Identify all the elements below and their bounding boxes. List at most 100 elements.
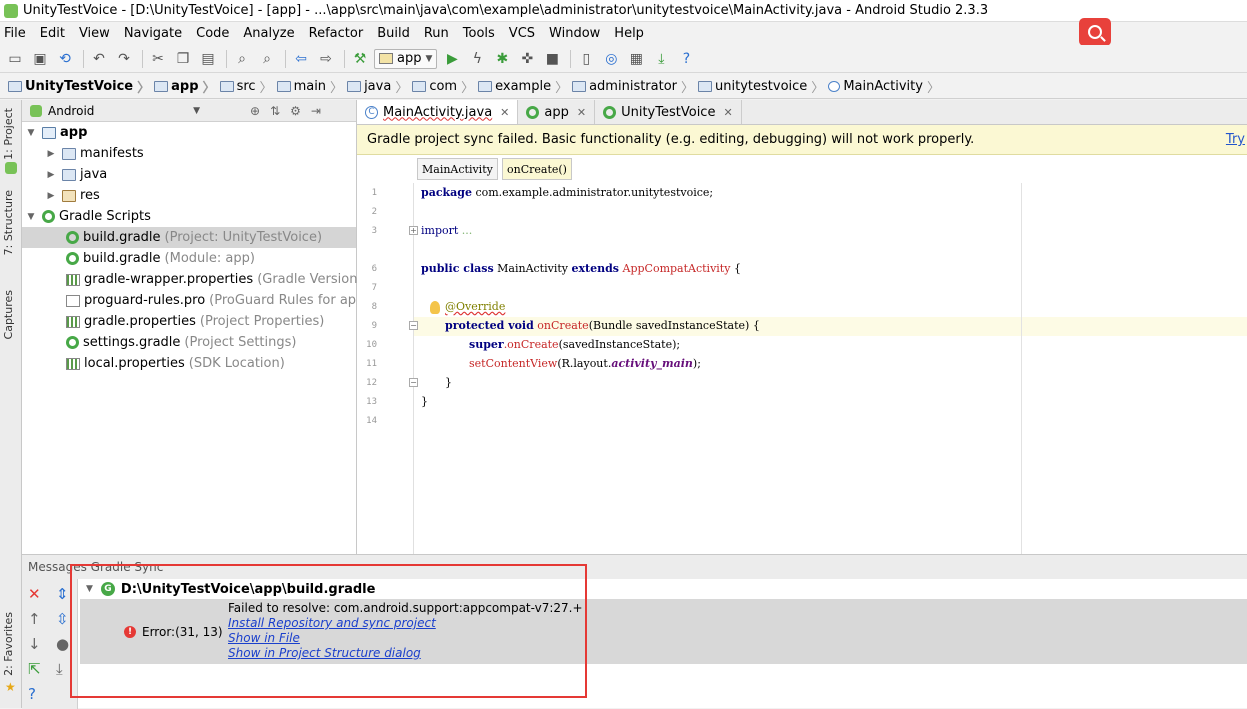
menu-window[interactable]: Window	[549, 26, 600, 41]
tree-item-settings-gradle[interactable]: settings.gradle (Project Settings)	[22, 332, 356, 353]
breadcrumb-app[interactable]: app 〉	[154, 77, 216, 96]
debug-icon[interactable]: ✱	[491, 49, 513, 69]
try-again-link[interactable]: Try	[1226, 132, 1245, 147]
tab-app[interactable]: app ✕	[518, 100, 596, 124]
tree-item-gradle-scripts[interactable]: ▼ Gradle Scripts	[22, 206, 356, 227]
tree-item-proguard-rules[interactable]: proguard-rules.pro (ProGuard Rules for ap…	[22, 290, 369, 311]
menu-view[interactable]: View	[79, 26, 110, 41]
replace-icon[interactable]: ⌕	[256, 49, 278, 69]
find-icon[interactable]: ⌕	[231, 49, 253, 69]
hide-panel-icon[interactable]: ⇥	[311, 104, 321, 118]
collapse-arrow-icon[interactable]: ▶	[46, 191, 56, 201]
next-message-icon[interactable]: ↓	[28, 635, 41, 653]
save-icon[interactable]: ▣	[29, 49, 51, 69]
tab-structure[interactable]: 7: Structure	[2, 190, 15, 255]
open-folder-icon[interactable]: ▭	[4, 49, 26, 69]
floating-search-button[interactable]	[1079, 18, 1111, 46]
expand-arrow-icon[interactable]: ▼	[26, 212, 36, 222]
menu-refactor[interactable]: Refactor	[309, 26, 364, 41]
sdk-manager-icon[interactable]: ⤓	[650, 49, 672, 69]
copy-icon[interactable]: ❐	[172, 49, 194, 69]
breadcrumb-project[interactable]: UnityTestVoice 〉	[8, 77, 150, 96]
tree-item-java[interactable]: ▶ java	[22, 164, 356, 185]
menu-code[interactable]: Code	[196, 26, 229, 41]
tree-item-build-gradle-project[interactable]: build.gradle (Project: UnityTestVoice)	[22, 227, 356, 248]
menu-navigate[interactable]: Navigate	[124, 26, 182, 41]
tab-mainactivity-java[interactable]: C MainActivity.java ✕	[357, 100, 519, 124]
fold-collapse-icon[interactable]: −	[409, 321, 418, 330]
menu-file[interactable]: File	[4, 26, 26, 41]
menu-build[interactable]: Build	[377, 26, 410, 41]
code-editor[interactable]: 1 2 3 6 7 8 9 10 11 12 13 14 + − − packa…	[357, 183, 1247, 554]
tree-item-local-properties[interactable]: local.properties (SDK Location)	[22, 353, 356, 374]
gear-icon[interactable]: ⚙	[290, 104, 301, 118]
expand-all-icon[interactable]: ⇕	[56, 585, 69, 603]
menu-analyze[interactable]: Analyze	[243, 26, 294, 41]
tree-item-manifests[interactable]: ▶ manifests	[22, 143, 356, 164]
structure-method-pill[interactable]: onCreate()	[502, 158, 572, 180]
avd-manager-icon[interactable]: ▯	[575, 49, 597, 69]
install-repository-link[interactable]: Install Repository and sync project	[228, 616, 436, 630]
cut-icon[interactable]: ✂	[147, 49, 169, 69]
menu-edit[interactable]: Edit	[40, 26, 65, 41]
paste-icon[interactable]: ▤	[197, 49, 219, 69]
fold-collapse-icon[interactable]: −	[409, 378, 418, 387]
breadcrumb-com[interactable]: com 〉	[412, 77, 474, 96]
breadcrumb-main[interactable]: main 〉	[276, 77, 343, 96]
tree-item-gradle-properties[interactable]: gradle.properties (Project Properties)	[22, 311, 356, 332]
help-icon[interactable]: ?	[675, 49, 697, 69]
breadcrumb-src[interactable]: src 〉	[219, 77, 273, 96]
close-icon[interactable]: ✕	[500, 106, 509, 119]
help-icon[interactable]: ?	[28, 685, 36, 703]
tab-unitytestvoice[interactable]: UnityTestVoice ✕	[595, 100, 742, 124]
sync-icon[interactable]: ⟲	[54, 49, 76, 69]
tree-item-res[interactable]: ▶ res	[22, 185, 356, 206]
breadcrumb-unitytestvoice[interactable]: unitytestvoice 〉	[698, 77, 824, 96]
intention-bulb-icon[interactable]	[430, 301, 440, 314]
tree-item-app[interactable]: ▼ app	[22, 122, 356, 143]
apply-changes-icon[interactable]: ϟ	[466, 49, 488, 69]
run-configuration-select[interactable]: app ▼	[374, 48, 438, 69]
undo-icon[interactable]: ↶	[88, 49, 110, 69]
previous-message-icon[interactable]: ↑	[28, 610, 41, 628]
gradle-sync-icon[interactable]: ◎	[600, 49, 622, 69]
menu-help[interactable]: Help	[614, 26, 644, 41]
menu-vcs[interactable]: VCS	[509, 26, 535, 41]
breadcrumb-mainactivity[interactable]: MainActivity 〉	[828, 77, 940, 96]
tab-captures[interactable]: Captures	[2, 290, 15, 339]
breadcrumb-administrator[interactable]: administrator 〉	[572, 77, 694, 96]
collapse-arrow-icon[interactable]: ▶	[46, 170, 56, 180]
fold-expand-icon[interactable]: +	[409, 226, 418, 235]
tree-item-build-gradle-module[interactable]: build.gradle (Module: app)	[22, 248, 356, 269]
scroll-from-source-icon[interactable]: ⊕	[250, 104, 260, 118]
close-icon[interactable]: ✕	[28, 585, 41, 603]
export-icon[interactable]: ⇱	[28, 660, 41, 678]
close-icon[interactable]: ✕	[723, 106, 732, 119]
make-project-icon[interactable]: ⚒	[349, 49, 371, 69]
breadcrumb-java[interactable]: java 〉	[347, 77, 408, 96]
stop-icon[interactable]: ■	[541, 49, 563, 69]
message-file-node[interactable]: ▼ G D:\UnityTestVoice\app\build.gradle	[80, 579, 1247, 599]
show-in-file-link[interactable]: Show in File	[228, 631, 300, 645]
show-in-project-structure-link[interactable]: Show in Project Structure dialog	[228, 646, 421, 660]
tree-item-gradle-wrapper-properties[interactable]: gradle-wrapper.properties (Gradle Version…	[22, 269, 363, 290]
forward-icon[interactable]: ⇨	[315, 49, 337, 69]
expand-arrow-icon[interactable]: ▼	[26, 128, 36, 138]
collapse-all-icon[interactable]: ⇳	[56, 610, 69, 628]
project-structure-icon[interactable]: ▦	[625, 49, 647, 69]
back-icon[interactable]: ⇦	[290, 49, 312, 69]
menu-run[interactable]: Run	[424, 26, 449, 41]
breadcrumb-example[interactable]: example 〉	[478, 77, 568, 96]
structure-class-pill[interactable]: MainActivity	[417, 158, 498, 180]
close-icon[interactable]: ✕	[577, 106, 586, 119]
tab-project[interactable]: 1: Project	[2, 108, 15, 160]
download-icon[interactable]: ⤓	[56, 660, 63, 678]
collapse-arrow-icon[interactable]: ▶	[46, 149, 56, 159]
error-message-block[interactable]: ! Error:(31, 13) Failed to resolve: com.…	[80, 599, 1247, 664]
tab-favorites[interactable]: 2: Favorites	[2, 612, 15, 676]
attach-debugger-icon[interactable]: ✜	[516, 49, 538, 69]
redo-icon[interactable]: ↷	[113, 49, 135, 69]
menu-tools[interactable]: Tools	[463, 26, 495, 41]
run-icon[interactable]: ▶	[441, 49, 463, 69]
expand-arrow-icon[interactable]: ▼	[86, 584, 93, 594]
